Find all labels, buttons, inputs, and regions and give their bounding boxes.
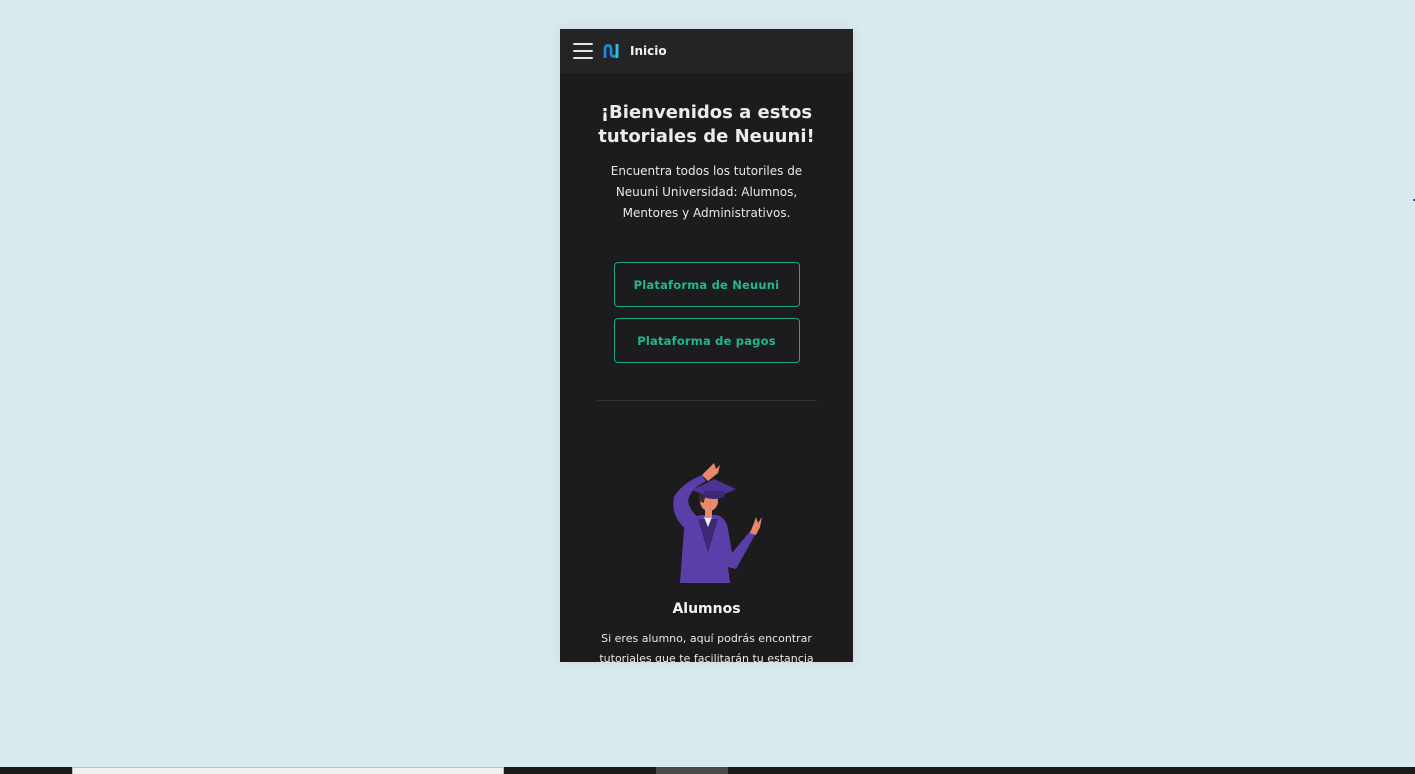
page-title: Inicio [630,44,667,58]
neuuni-platform-button[interactable]: Plataforma de Neuuni [613,262,800,307]
section-divider [596,400,817,401]
graduate-student-illustration [672,463,762,583]
taskbar-active-item[interactable] [656,767,728,774]
payments-platform-button[interactable]: Plataforma de pagos [613,318,800,363]
students-title: Alumnos [672,601,741,617]
welcome-heading: ¡Bienvenidos a estos tutoriales de Neuun… [598,102,815,147]
taskbar [0,767,1415,774]
taskbar-window-preview[interactable] [72,767,504,774]
top-navbar: Inicio [560,29,853,73]
neuuni-logo[interactable] [603,44,622,58]
welcome-description: Encuentra todos los tutoriles de Neuuni … [610,164,803,220]
hero-section: ¡Bienvenidos a estos tutoriales de Neuun… [560,73,853,224]
mobile-viewport: Inicio ¡Bienvenidos a estos tutoriales d… [560,29,853,662]
students-description: Si eres alumno, aquí podrás encontrar tu… [599,632,814,662]
action-buttons: Plataforma de Neuuni Plataforma de pagos [560,262,853,363]
hamburger-menu-icon[interactable] [573,43,593,59]
